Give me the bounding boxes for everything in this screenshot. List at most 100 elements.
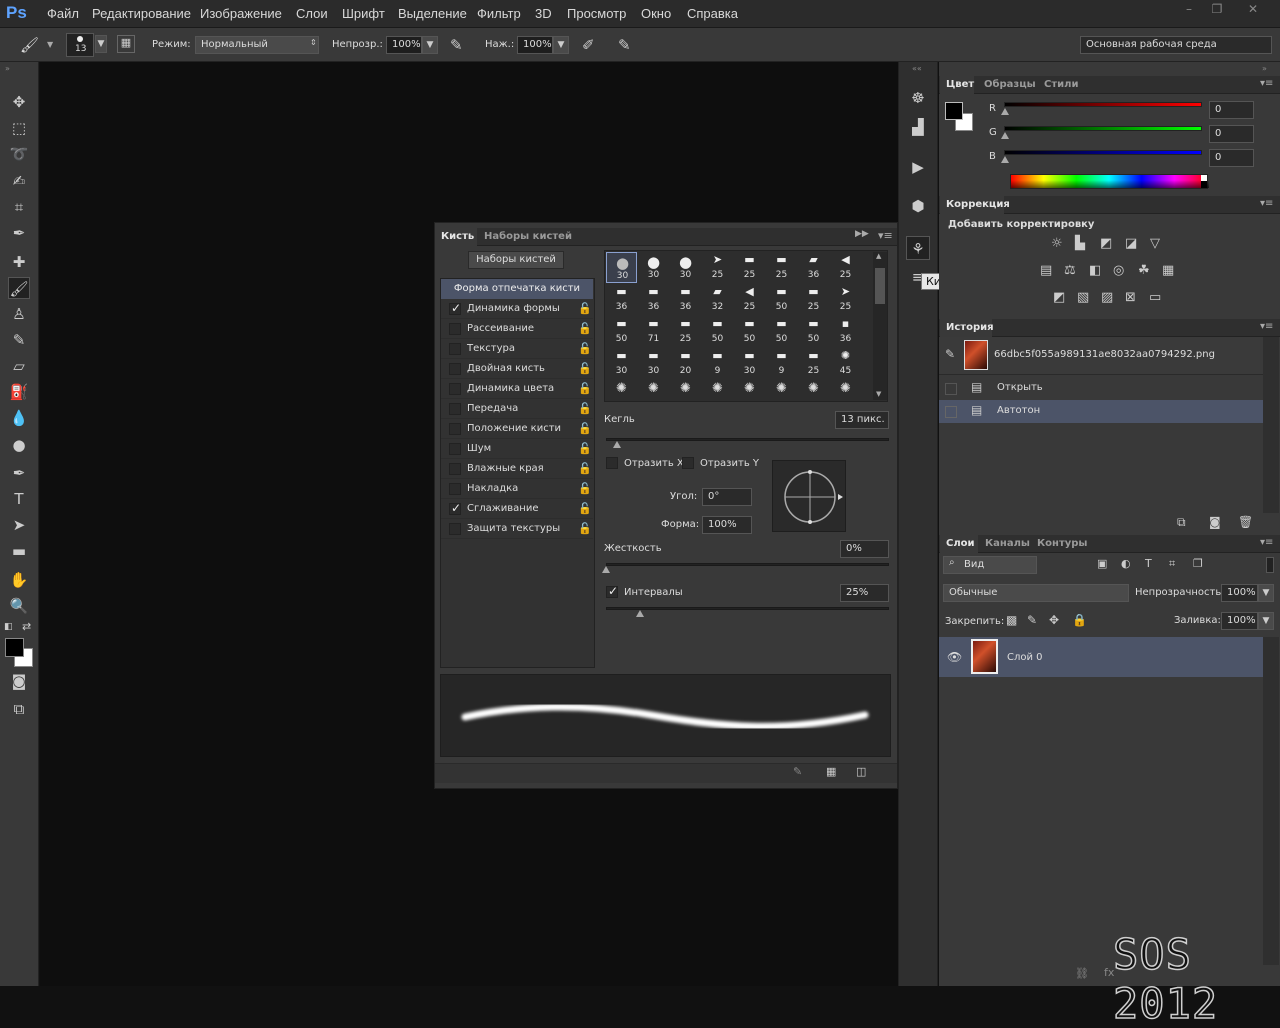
brush-tip-cell[interactable]: ➤ 25 xyxy=(702,252,733,283)
spacing-checkbox[interactable] xyxy=(606,584,618,598)
brush-tool-icon[interactable]: 🖌 xyxy=(20,36,39,54)
navigator-icon[interactable]: ☸ xyxy=(906,86,930,110)
minimize-button[interactable]: – xyxy=(1176,2,1202,18)
brush-option-row[interactable]: Накладка 🔓 xyxy=(441,479,593,499)
3d-icon[interactable]: ⬢ xyxy=(906,194,930,218)
brush-option-checkbox[interactable] xyxy=(449,463,461,475)
history-source-checkbox[interactable] xyxy=(945,406,957,418)
lasso-tool-icon[interactable]: ➰ xyxy=(8,143,30,165)
menu-layers[interactable]: Слои xyxy=(296,6,328,21)
history-scrollbar[interactable] xyxy=(1263,337,1279,513)
tab-layers-label[interactable]: Слои xyxy=(946,538,975,549)
pressure-dropdown[interactable]: ▼ xyxy=(553,36,569,54)
brush-option-checkbox[interactable] xyxy=(449,343,461,355)
lock-icon[interactable]: 🔓 xyxy=(578,422,592,435)
brush-tip-cell[interactable]: ● 30 xyxy=(670,252,701,283)
exposure-icon[interactable]: ◪ xyxy=(1125,236,1137,251)
history-brush-tool-icon[interactable]: ✎ xyxy=(8,329,30,351)
brush-tool-icon[interactable]: 🖌 xyxy=(8,277,30,299)
brush-tip-cell[interactable]: ▬ 36 xyxy=(638,284,669,315)
hue-saturation-icon[interactable]: ▤ xyxy=(1040,263,1052,278)
brush-tip-cell[interactable]: ▬ 30 xyxy=(606,348,637,379)
lock-icon[interactable]: 🔓 xyxy=(578,522,592,535)
brush-tip-cell[interactable]: ➤ 25 xyxy=(830,284,861,315)
scroll-down-icon[interactable]: ▼ xyxy=(876,390,881,398)
brush-tip-cell[interactable]: ▬ 20 xyxy=(670,348,701,379)
brush-tip-scatter-icon[interactable]: ✺ xyxy=(670,381,701,400)
brush-option-row[interactable]: Динамика цвета 🔓 xyxy=(441,379,593,399)
history-item-selected[interactable] xyxy=(939,400,1263,423)
menu-help[interactable]: Справка xyxy=(687,6,738,21)
brush-tip-cell[interactable]: ▬ 36 xyxy=(670,284,701,315)
brush-tip-cell[interactable]: ▬ 50 xyxy=(606,316,637,347)
lock-all-icon[interactable]: 🔒 xyxy=(1072,613,1087,627)
brush-option-row[interactable]: Рассеивание 🔓 xyxy=(441,319,593,339)
pressure-input[interactable]: 100% xyxy=(517,36,553,54)
brush-option-checkbox[interactable] xyxy=(449,443,461,455)
brush-tip-cell[interactable]: ▬ 25 xyxy=(798,348,829,379)
brush-tip-cell[interactable]: ▬ 9 xyxy=(702,348,733,379)
brush-tip-cell[interactable]: ▰ 36 xyxy=(798,252,829,283)
new-document-from-state-icon[interactable]: ⧉ xyxy=(1177,515,1186,530)
eye-icon[interactable]: 👁 xyxy=(947,650,962,664)
brush-tip-cell[interactable]: ▬ 30 xyxy=(638,348,669,379)
restore-button[interactable]: ❐ xyxy=(1204,2,1230,18)
blur-tool-icon[interactable]: 💧 xyxy=(8,407,30,429)
brush-option-row[interactable]: Защита текстуры 🔓 xyxy=(441,519,593,539)
screen-mode-icon[interactable]: ⧉ xyxy=(8,698,30,720)
eraser-tool-icon[interactable]: ▱ xyxy=(8,355,30,377)
blend-mode-select[interactable]: Обычные xyxy=(943,584,1129,602)
lock-transparent-icon[interactable]: ▩ xyxy=(1006,613,1017,627)
lock-position-icon[interactable]: ✥ xyxy=(1049,613,1059,627)
brush-option-row[interactable]: Положение кисти 🔓 xyxy=(441,419,593,439)
menu-view[interactable]: Просмотр xyxy=(567,6,626,21)
chevron-down-icon[interactable]: ▼ xyxy=(47,40,53,49)
channel-mixer-icon[interactable]: ☘ xyxy=(1138,263,1150,278)
zoom-tool-icon[interactable]: 🔍 xyxy=(8,595,30,617)
brush-tip-scatter-icon[interactable]: ✺ xyxy=(766,381,797,400)
brush-tip-scatter-icon[interactable]: ✺ xyxy=(798,381,829,400)
brush-option-checkbox[interactable] xyxy=(449,363,461,375)
brush-option-row[interactable]: Влажные края 🔓 xyxy=(441,459,593,479)
foreground-color-swatch[interactable] xyxy=(5,638,24,657)
channel-r-input[interactable]: 0 xyxy=(1209,101,1254,119)
grid-icon[interactable]: ▦ xyxy=(826,765,836,778)
lock-icon[interactable]: 🔓 xyxy=(578,462,592,475)
brush-tip-scatter-icon[interactable]: ✺ xyxy=(734,381,765,400)
swap-colors-icon[interactable]: ⇄ xyxy=(22,620,31,633)
brush-tip-cell[interactable]: ▬ 50 xyxy=(766,284,797,315)
brush-option-row[interactable]: Динамика формы 🔓 xyxy=(441,299,593,319)
brush-tip-cell[interactable]: ▬ 50 xyxy=(702,316,733,347)
history-source-checkbox[interactable] xyxy=(945,383,957,395)
hardness-slider[interactable] xyxy=(606,563,889,566)
scroll-up-icon[interactable]: ▲ xyxy=(876,252,881,260)
selective-color-icon[interactable]: ⊠ xyxy=(1125,290,1136,305)
panel-menu-icon[interactable]: ▾≡ xyxy=(878,229,893,242)
default-colors-icon[interactable]: ◧ xyxy=(4,622,13,632)
menu-window[interactable]: Окно xyxy=(641,6,671,21)
brush-tip-cell[interactable]: ▰ 32 xyxy=(702,284,733,315)
channel-r-slider[interactable] xyxy=(1004,102,1202,107)
brush-tip-shape-item[interactable]: Форма отпечатка кисти xyxy=(441,279,593,299)
brush-option-checkbox[interactable] xyxy=(449,423,461,435)
channel-b-knob[interactable] xyxy=(1001,156,1009,163)
layer-opacity-input[interactable]: 100% xyxy=(1221,584,1258,602)
trash-icon[interactable]: 🗑 xyxy=(1238,515,1253,529)
layer-filter-select[interactable]: Вид xyxy=(943,556,1037,574)
channel-g-slider[interactable] xyxy=(1004,126,1202,131)
photo-filter-icon[interactable]: ◎ xyxy=(1113,263,1124,278)
layer-name[interactable]: Слой 0 xyxy=(1007,652,1043,663)
brush-tip-cell[interactable]: ● 30 xyxy=(638,252,669,283)
brush-option-checkbox[interactable] xyxy=(449,323,461,335)
pressure-opacity-icon[interactable]: ✎ xyxy=(450,36,463,54)
histogram-icon[interactable]: ▟ xyxy=(906,115,930,139)
fill-dropdown[interactable]: ▼ xyxy=(1258,612,1274,630)
brush-tip-scatter-icon[interactable]: ✺ xyxy=(702,381,733,400)
hardness-slider-knob[interactable] xyxy=(602,566,610,573)
close-button[interactable]: ✕ xyxy=(1240,2,1266,18)
spacing-input[interactable]: 25% xyxy=(840,584,889,602)
path-select-tool-icon[interactable]: ➤ xyxy=(8,514,30,536)
brush-option-row[interactable]: Шум 🔓 xyxy=(441,439,593,459)
history-item[interactable] xyxy=(939,377,1263,400)
tab-history-label[interactable]: История xyxy=(946,322,994,333)
